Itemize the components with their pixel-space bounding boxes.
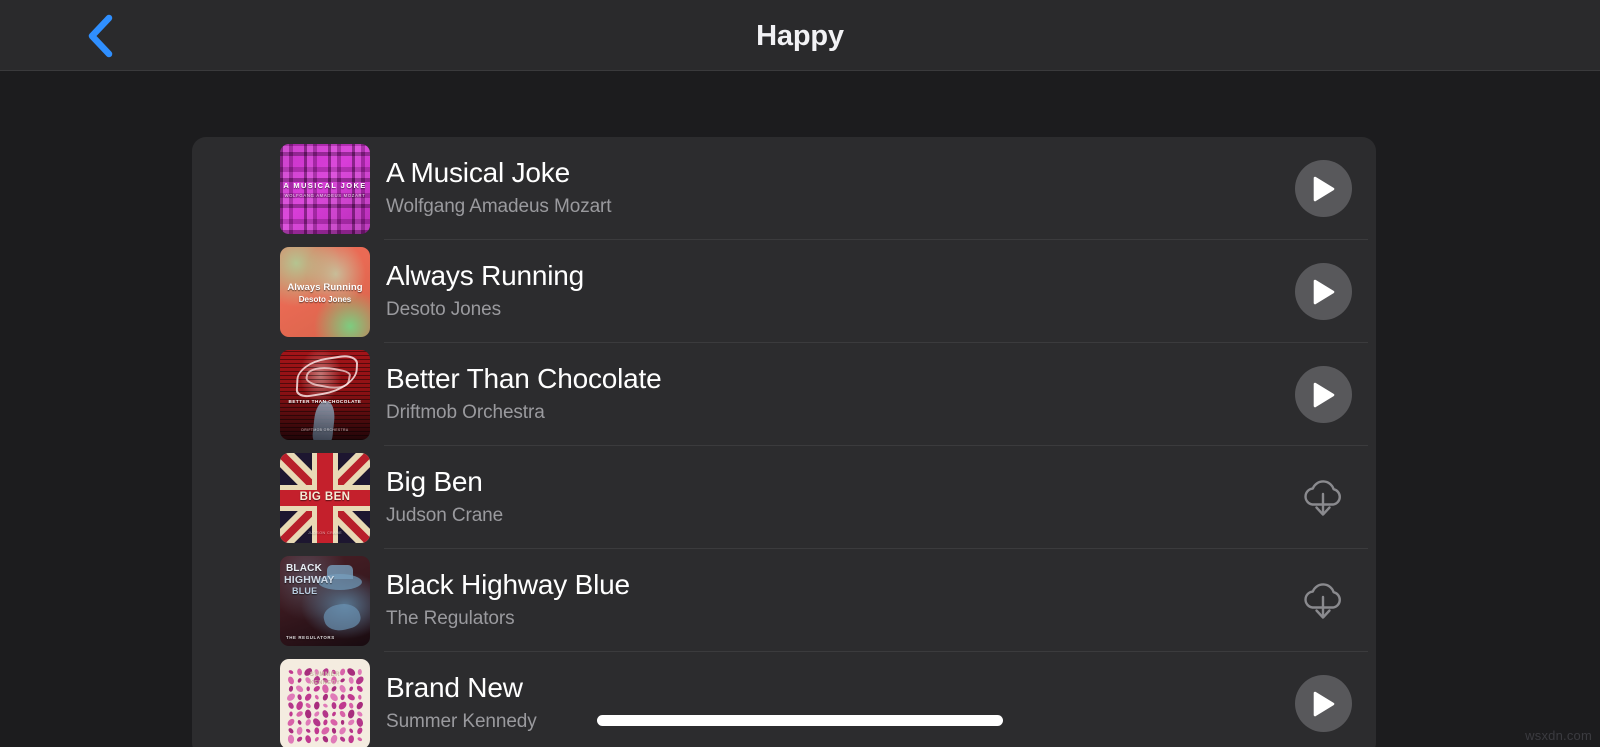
track-artist: Desoto Jones [386,298,501,320]
watermark: wsxdn.com [1525,728,1592,743]
home-indicator[interactable] [597,715,1003,726]
row-action[interactable] [1270,160,1376,217]
track-title: Better Than Chocolate [386,362,662,394]
track-title: Big Ben [386,465,483,497]
table-row[interactable]: Always Running Desoto Jones Always Runni… [192,240,1376,343]
artwork-subtitle: KENNEDY [309,679,341,686]
track-title: Always Running [386,259,584,291]
album-artwork: BETTER THAN CHOCOLATE DRIFTMOB ORCHESTRA [280,349,370,440]
track-meta: Black Highway Blue The Regulators [370,568,1270,634]
play-icon [1313,382,1334,407]
play-button[interactable] [1294,160,1352,217]
track-artist: Judson Crane [386,504,504,526]
app-root: Happy A MUSICAL JOKE WOLFGANG AMADEUS MO… [0,0,1600,747]
table-row[interactable]: BLACK HIGHWAY BLUE THE REGULATORS Black … [192,549,1376,652]
table-row[interactable]: SUMMER KENNEDY Brand New Summer Kennedy [192,652,1376,747]
row-action[interactable] [1270,675,1376,732]
track-list: A MUSICAL JOKE WOLFGANG AMADEUS MOZART A… [192,137,1376,747]
table-row[interactable]: A MUSICAL JOKE WOLFGANG AMADEUS MOZART A… [192,137,1376,240]
album-artwork: BIG BEN JUDSON CRANE [280,452,370,543]
artwork-title-line-1: BLACK [286,562,322,574]
artwork-title: A MUSICAL JOKE [283,180,367,190]
track-artist: Wolfgang Amadeus Mozart [386,195,612,217]
track-meta: Always Running Desoto Jones [370,259,1270,325]
artwork-title: BIG BEN [299,490,351,503]
album-artwork: Always Running Desoto Jones [280,246,370,337]
table-row[interactable]: BIG BEN JUDSON CRANE Big Ben Judson Cran… [192,446,1376,549]
track-title: A Musical Joke [386,156,570,188]
row-action[interactable] [1270,263,1376,320]
artwork-title: SUMMER [309,671,341,678]
play-button[interactable] [1294,675,1352,732]
artwork-subtitle: JUDSON CRANE [307,530,343,535]
album-artwork: BLACK HIGHWAY BLUE THE REGULATORS [280,555,370,646]
row-action[interactable] [1270,469,1376,526]
track-artist: Driftmob Orchestra [386,401,545,423]
play-icon [1313,691,1334,716]
artwork-figure [311,399,337,440]
cloud-download-icon [1304,582,1341,619]
artwork-title-line-2: HIGHWAY [284,573,335,586]
artwork-subtitle: THE REGULATORS [286,634,335,640]
artwork-hand [321,599,363,634]
track-meta: Big Ben Judson Crane [370,465,1270,531]
cloud-download-button[interactable] [1295,469,1352,526]
track-title: Black Highway Blue [386,568,630,600]
table-row[interactable]: BETTER THAN CHOCOLATE DRIFTMOB ORCHESTRA… [192,343,1376,446]
cloud-download-button[interactable] [1295,572,1352,629]
track-artist: The Regulators [386,607,515,629]
artwork-title: BETTER THAN CHOCOLATE [288,398,362,404]
play-button[interactable] [1294,263,1352,320]
play-icon [1313,176,1334,201]
album-artwork: A MUSICAL JOKE WOLFGANG AMADEUS MOZART [280,143,370,234]
artwork-title-line-3: BLUE [292,585,318,596]
track-meta: Better Than Chocolate Driftmob Orchestra [370,362,1270,428]
track-title: Brand New [386,671,523,703]
track-meta: Brand New Summer Kennedy [370,671,1270,737]
track-meta: A Musical Joke Wolfgang Amadeus Mozart [370,156,1270,222]
play-icon [1313,279,1334,304]
artwork-title: Always Running [287,281,363,293]
album-artwork: SUMMER KENNEDY [280,658,370,747]
cloud-download-icon [1304,479,1341,516]
row-action[interactable] [1270,366,1376,423]
play-button[interactable] [1294,366,1352,423]
artwork-subtitle: DRIFTMOB ORCHESTRA [301,427,349,432]
page-title: Happy [756,20,844,52]
artwork-subtitle: Desoto Jones [298,294,352,304]
row-action[interactable] [1270,572,1376,629]
artwork-subtitle: WOLFGANG AMADEUS MOZART [284,192,366,198]
navigation-bar: Happy [0,0,1600,71]
